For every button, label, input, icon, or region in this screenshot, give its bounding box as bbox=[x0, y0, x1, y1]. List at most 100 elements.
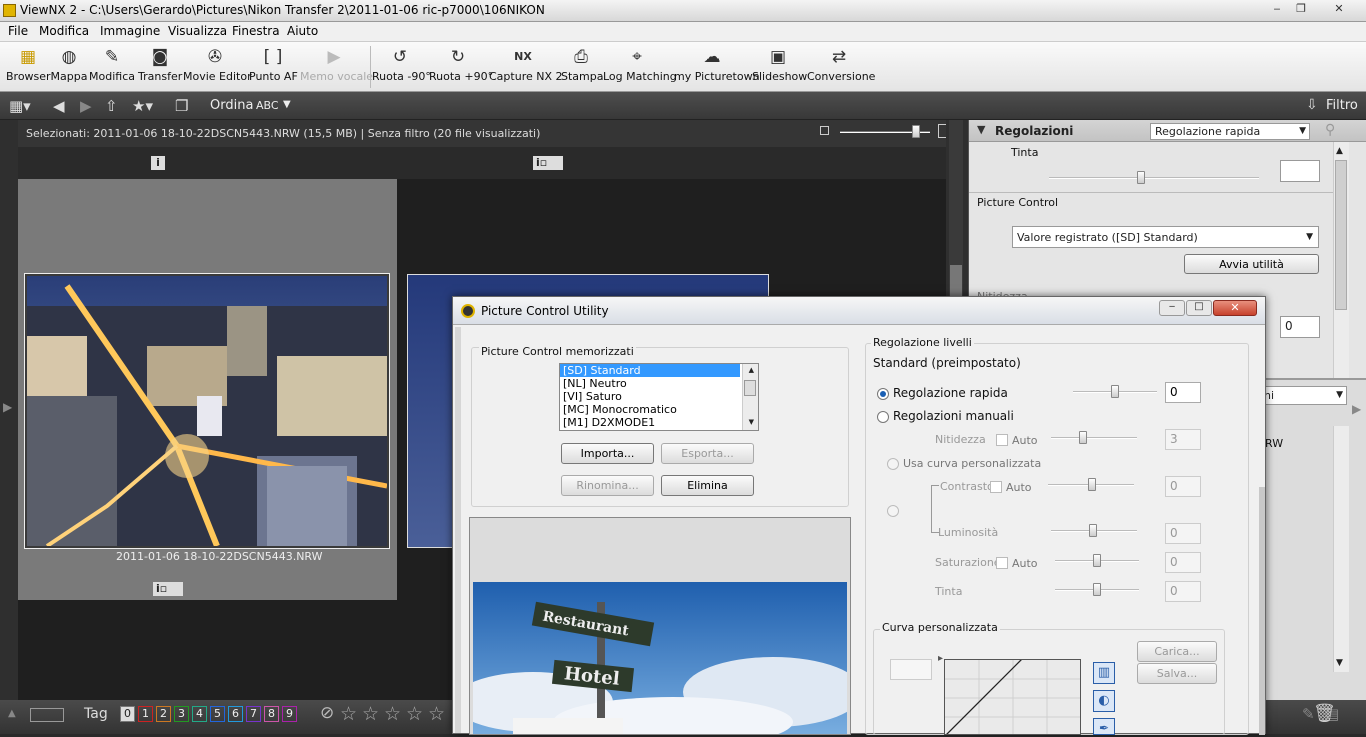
rotate-left-button[interactable]: ↺ Ruota -90° bbox=[372, 46, 431, 90]
picture-control-list-item[interactable]: [MC] Monocromatico bbox=[560, 403, 740, 416]
menu-visualizza[interactable]: Visualizza bbox=[168, 24, 227, 38]
curve-graph[interactable] bbox=[944, 659, 1081, 735]
menu-modifica[interactable]: Modifica bbox=[39, 24, 89, 38]
thumbnail-size-slider[interactable] bbox=[840, 125, 930, 138]
sort-dropdown-icon[interactable]: ▼ bbox=[283, 99, 291, 110]
save-curve-button[interactable]: Salva... bbox=[1137, 663, 1217, 684]
copy-icon[interactable]: ❐ bbox=[175, 97, 188, 115]
tag-3-button[interactable]: 3 bbox=[174, 706, 189, 722]
browser-button[interactable]: ▦ Browser bbox=[6, 46, 51, 90]
edit-button[interactable]: ✎ Modifica bbox=[89, 46, 135, 90]
tag-2-button[interactable]: 2 bbox=[156, 706, 171, 722]
contrast-auto-checkbox[interactable] bbox=[990, 481, 1002, 493]
tag-0-button[interactable]: 0 bbox=[120, 706, 135, 722]
sort-label[interactable]: Ordina bbox=[210, 98, 253, 113]
thumbnail-info-icon[interactable]: i▫ bbox=[153, 582, 183, 596]
collapse-up-icon[interactable]: ▲ bbox=[8, 708, 16, 719]
histogram-icon[interactable]: ▥ bbox=[1093, 662, 1115, 684]
saturation-slider[interactable] bbox=[1055, 554, 1139, 567]
sharpness-slider[interactable] bbox=[1051, 431, 1137, 444]
hue-slider[interactable] bbox=[1055, 583, 1139, 596]
tag-1-button[interactable]: 1 bbox=[138, 706, 153, 722]
convert-button[interactable]: ⇄ Conversione bbox=[807, 46, 875, 90]
transfer-button[interactable]: ◙ Transfer bbox=[138, 46, 182, 90]
maximize-button[interactable]: ❐ bbox=[1290, 2, 1312, 18]
info-compare-icon[interactable]: i▫ bbox=[533, 156, 563, 170]
filter-label[interactable]: Filtro bbox=[1326, 98, 1358, 113]
list-scroll-down-icon[interactable]: ▼ bbox=[749, 418, 754, 426]
launch-utility-button[interactable]: Avvia utilità bbox=[1184, 254, 1319, 274]
contrast-slider[interactable] bbox=[1048, 478, 1134, 491]
hue-value[interactable]: 0 bbox=[1165, 581, 1201, 602]
quick-adjust-value[interactable]: 0 bbox=[1165, 382, 1201, 403]
picture-control-list-item[interactable]: [M1] D2XMODE1 bbox=[560, 416, 740, 429]
picture-control-list-item[interactable]: [SD] Standard bbox=[560, 364, 740, 377]
map-button[interactable]: ◍ Mappa bbox=[50, 46, 88, 90]
eyedropper-icon[interactable]: ✒ bbox=[1093, 718, 1115, 735]
filmstrip-icon[interactable] bbox=[30, 708, 64, 722]
menu-finestra[interactable]: Finestra bbox=[232, 24, 280, 38]
sharpness-value-dialog[interactable]: 3 bbox=[1165, 429, 1201, 450]
contrast-brightness-radio[interactable] bbox=[887, 505, 899, 517]
lower-dropdown[interactable]: ni ▼ bbox=[1259, 386, 1347, 405]
import-button[interactable]: Importa... bbox=[561, 443, 654, 464]
load-curve-button[interactable]: Carica... bbox=[1137, 641, 1217, 662]
tag-6-button[interactable]: 6 bbox=[228, 706, 243, 722]
grid-view-icon[interactable]: ▦▾ bbox=[9, 97, 31, 115]
panel-scrollbar-thumb[interactable] bbox=[1335, 160, 1347, 310]
picture-control-list-item[interactable]: [VI] Saturo bbox=[560, 390, 740, 403]
close-button[interactable]: ✕ bbox=[1326, 2, 1352, 18]
picture-control-list-item[interactable]: [NL] Neutro bbox=[560, 377, 740, 390]
list-scrollbar-thumb[interactable] bbox=[744, 380, 756, 396]
delete-button[interactable]: Elimina bbox=[661, 475, 754, 496]
minimize-button[interactable]: ‒ bbox=[1266, 2, 1288, 18]
saturation-auto-checkbox[interactable] bbox=[996, 557, 1008, 569]
sharpness-value-box[interactable]: 0 bbox=[1280, 316, 1320, 338]
clear-rating-icon[interactable]: ⊘ bbox=[320, 703, 334, 723]
left-collapse-strip[interactable]: ▶ bbox=[0, 120, 18, 700]
folder-up-icon[interactable]: ⇧ bbox=[105, 97, 118, 115]
rating-star-icon[interactable]: ☆ bbox=[340, 703, 357, 725]
quick-adjust-radio[interactable] bbox=[877, 388, 889, 400]
manual-adjust-radio[interactable] bbox=[877, 411, 889, 423]
rating-star-icon[interactable]: ☆ bbox=[428, 703, 445, 725]
tag-9-button[interactable]: 9 bbox=[282, 706, 297, 722]
rating-star-icon[interactable]: ☆ bbox=[406, 703, 423, 725]
filter-icon[interactable]: ⇩ bbox=[1306, 97, 1318, 113]
brightness-value[interactable]: 0 bbox=[1165, 523, 1201, 544]
contrast-value[interactable]: 0 bbox=[1165, 476, 1201, 497]
rating-star-icon[interactable]: ☆ bbox=[362, 703, 379, 725]
tag-8-button[interactable]: 8 bbox=[264, 706, 279, 722]
panel-mode-dropdown[interactable]: Regolazione rapida ▼ bbox=[1150, 123, 1310, 140]
rating-star-icon[interactable]: ☆ bbox=[384, 703, 401, 725]
menu-file[interactable]: File bbox=[8, 24, 28, 38]
dialog-close-button[interactable]: ✕ bbox=[1213, 300, 1257, 316]
dialog-minimize-button[interactable]: ‒ bbox=[1159, 300, 1185, 316]
tint-value-box[interactable] bbox=[1280, 160, 1320, 182]
thumbnail-cell-selected[interactable]: 2011-01-06 18-10-22DSCN5443.NRW i▫ bbox=[18, 179, 397, 600]
scroll-up-icon[interactable]: ▲ bbox=[1336, 146, 1343, 156]
lower-scrollbar[interactable] bbox=[1333, 426, 1349, 672]
thumbnail-image[interactable] bbox=[24, 273, 390, 549]
rotate-right-button[interactable]: ↻ Ruota +90° bbox=[429, 46, 493, 90]
movie-editor-button[interactable]: ✇ Movie Editor bbox=[183, 46, 252, 90]
contrast-toggle-icon[interactable]: ◐ bbox=[1093, 690, 1115, 712]
capture-nx2-button[interactable]: NX Capture NX 2 bbox=[489, 46, 563, 90]
tag-5-button[interactable]: 5 bbox=[210, 706, 225, 722]
tag-7-button[interactable]: 7 bbox=[246, 706, 261, 722]
menu-aiuto[interactable]: Aiuto bbox=[287, 24, 318, 38]
folder-star-icon[interactable]: ★▾ bbox=[132, 97, 153, 115]
my-picturetown-button[interactable]: ☁ my Picturetown bbox=[674, 46, 760, 90]
tag-4-button[interactable]: 4 bbox=[192, 706, 207, 722]
lower-scroll-down-icon[interactable]: ▼ bbox=[1336, 658, 1343, 668]
custom-curve-radio[interactable] bbox=[887, 458, 899, 470]
tint-slider[interactable] bbox=[1049, 171, 1259, 184]
curve-channel-box[interactable] bbox=[890, 659, 932, 680]
sharpness-auto-checkbox[interactable] bbox=[996, 434, 1008, 446]
sort-value[interactable]: ABC bbox=[256, 99, 279, 112]
voice-memo-button[interactable]: ▶ Memo vocale bbox=[300, 46, 373, 90]
panel-lock-icon[interactable]: ⚲ bbox=[1325, 122, 1335, 138]
thumbnail-small-icon[interactable] bbox=[820, 126, 829, 135]
af-point-button[interactable]: [ ] Punto AF bbox=[249, 46, 298, 90]
picture-control-list[interactable]: [SD] Standard [NL] Neutro [VI] Saturo [MC] … bbox=[559, 363, 759, 431]
